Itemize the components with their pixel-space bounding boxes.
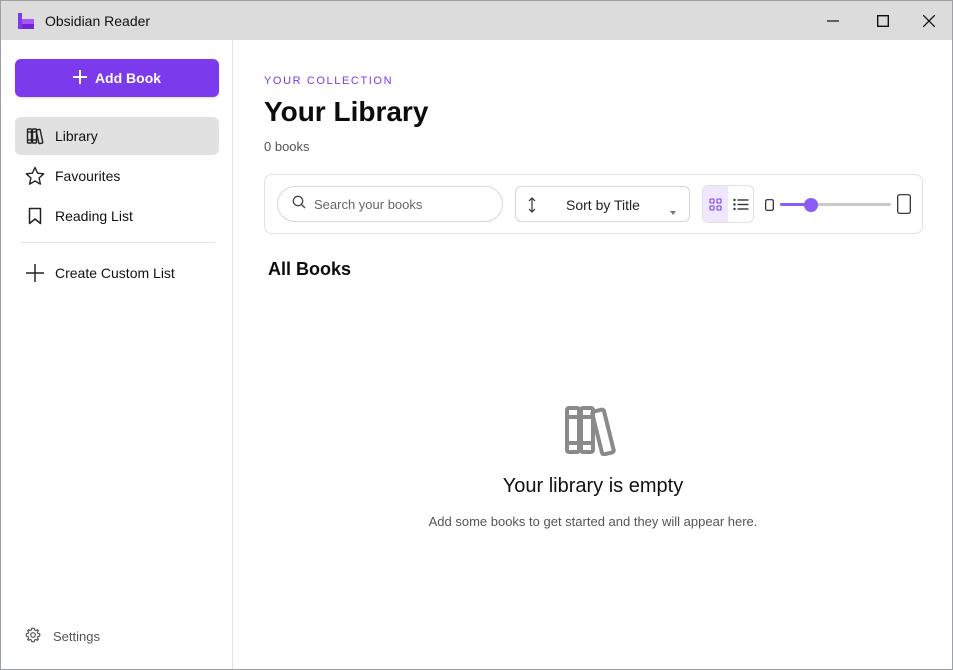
search-box[interactable] (277, 186, 503, 222)
minimize-button[interactable] (810, 1, 856, 40)
grid-icon (709, 197, 722, 211)
slider-thumb[interactable] (804, 198, 819, 212)
library-icon (25, 126, 45, 146)
book-count: 0 books (264, 139, 310, 154)
sidebar-item-label: Favourites (55, 168, 121, 184)
sidebar: Add Book Library Favourites Reading List… (1, 40, 233, 669)
section-eyebrow: YOUR COLLECTION (264, 75, 394, 87)
main-content: YOUR COLLECTION Your Library 0 books Sea… (234, 40, 952, 669)
plus-icon (72, 69, 87, 87)
app-window: Obsidian Reader Add Book Library Favouri… (0, 0, 953, 670)
sidebar-item-library[interactable]: Library (15, 117, 219, 155)
sidebar-item-reading-list[interactable]: Reading List (15, 197, 219, 235)
grid-view-button[interactable] (703, 186, 728, 222)
small-size-icon (765, 198, 774, 216)
sidebar-item-label: Library (55, 128, 98, 144)
sidebar-item-favourites[interactable]: Favourites (15, 157, 219, 195)
add-book-button[interactable]: Add Book (15, 59, 219, 97)
list-view-button[interactable] (728, 186, 753, 222)
search-input[interactable] (314, 196, 484, 212)
maximize-button[interactable] (860, 1, 906, 40)
cover-size-slider[interactable] (780, 203, 891, 206)
large-size-icon (897, 194, 911, 219)
star-icon (25, 166, 45, 186)
window-title: Obsidian Reader (45, 13, 151, 29)
close-button[interactable] (906, 1, 952, 40)
close-icon (923, 14, 935, 27)
sort-dropdown[interactable]: Sort by Title (515, 186, 690, 222)
empty-state-title: Your library is empty (502, 475, 684, 497)
empty-state-subtitle: Add some books to get started and they w… (428, 514, 758, 529)
chevron-down-icon (670, 202, 676, 220)
library-toolbar: Sort by Title (264, 174, 923, 234)
add-book-label: Add Book (94, 70, 162, 86)
page-title: Your Library (264, 96, 429, 127)
create-custom-list-button[interactable]: Create Custom List (15, 254, 219, 292)
sidebar-divider (21, 242, 215, 243)
settings-label: Settings (53, 629, 100, 644)
gear-icon (25, 627, 41, 646)
search-icon (292, 195, 306, 214)
sort-label: Sort by Title (566, 197, 640, 213)
section-title: All Books (268, 259, 352, 279)
sidebar-item-label: Reading List (55, 208, 133, 224)
view-mode-toggle (702, 185, 754, 223)
plus-icon (25, 263, 45, 283)
bookmark-icon (25, 206, 45, 226)
empty-library-icon (564, 404, 618, 461)
create-custom-list-label: Create Custom List (55, 265, 175, 281)
title-bar: Obsidian Reader (1, 1, 952, 40)
list-icon (732, 198, 748, 210)
sort-arrows-icon (526, 196, 538, 219)
settings-button[interactable]: Settings (25, 627, 100, 646)
app-logo-icon (17, 12, 35, 30)
